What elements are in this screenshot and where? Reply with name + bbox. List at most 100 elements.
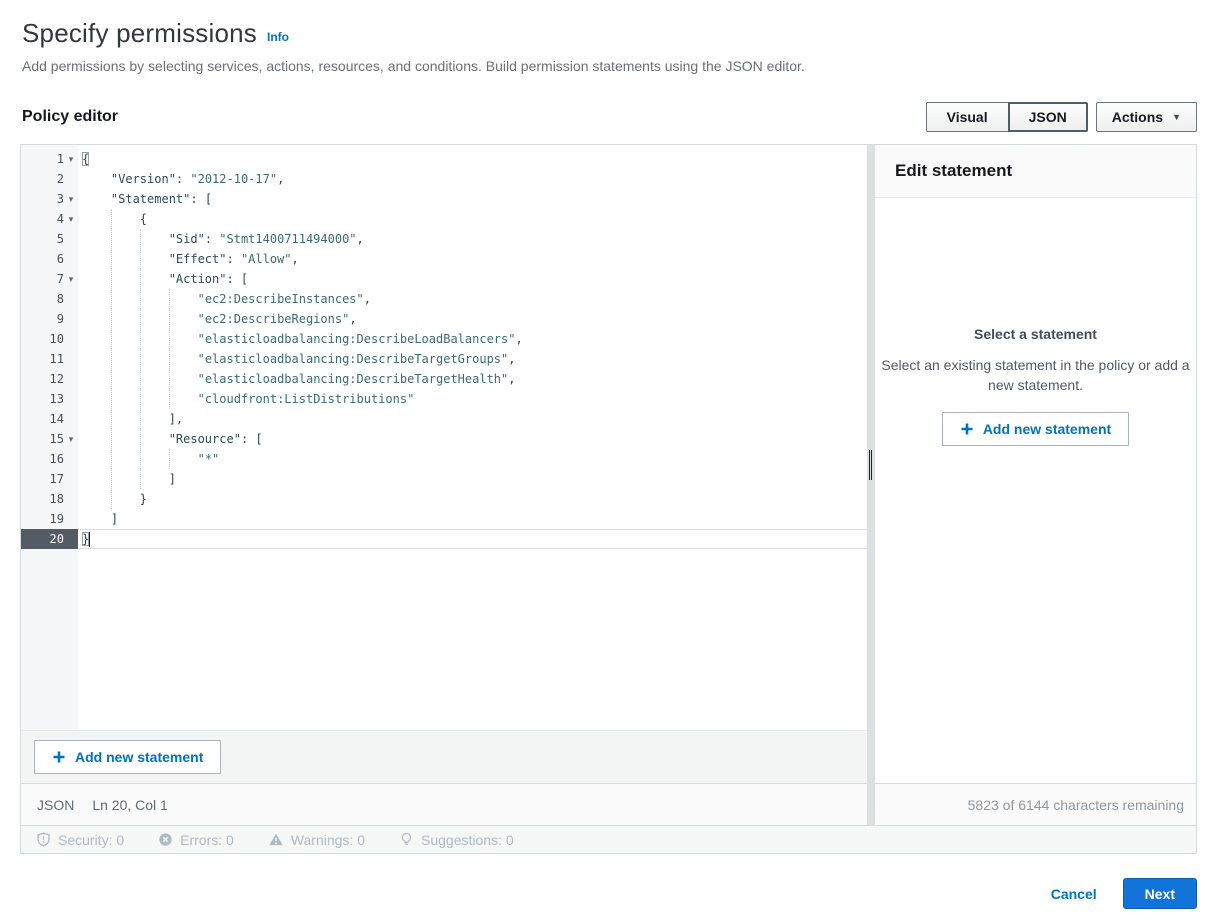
chevron-down-icon: ▼ bbox=[1172, 113, 1181, 122]
editor-line[interactable]: 1▾{ bbox=[21, 149, 867, 169]
code-line-content[interactable]: "Action": [ bbox=[78, 269, 867, 289]
editor-line[interactable]: 5"Sid": "Stmt1400711494000", bbox=[21, 229, 867, 249]
editor-status-bar: JSON Ln 20, Col 1 bbox=[21, 783, 867, 825]
editor-line[interactable]: 19] bbox=[21, 509, 867, 529]
errors-count-label: Errors: 0 bbox=[180, 832, 234, 848]
line-number[interactable]: 20 bbox=[21, 529, 78, 549]
validation-bar: Security: 0 Errors: 0 Warnings: 0 Sugges… bbox=[21, 825, 1196, 853]
line-number[interactable]: 14 bbox=[21, 409, 78, 429]
add-new-statement-label: Add new statement bbox=[983, 421, 1111, 437]
code-line-content[interactable]: } bbox=[78, 529, 867, 549]
fold-toggle-icon[interactable]: ▾ bbox=[64, 209, 78, 229]
editor-line[interactable]: 20} bbox=[21, 529, 867, 549]
code-line-content[interactable]: "Version": "2012-10-17", bbox=[78, 169, 867, 189]
editor-line[interactable]: 18} bbox=[21, 489, 867, 509]
line-number[interactable]: 8 bbox=[21, 289, 78, 309]
code-line-content[interactable]: ], bbox=[78, 409, 867, 429]
editor-line[interactable]: 7▾"Action": [ bbox=[21, 269, 867, 289]
plus-icon bbox=[960, 422, 974, 436]
actions-label: Actions bbox=[1112, 109, 1163, 125]
info-link[interactable]: Info bbox=[267, 30, 289, 44]
line-number[interactable]: 19 bbox=[21, 509, 78, 529]
line-number[interactable]: 1▾ bbox=[21, 149, 78, 169]
code-line-content[interactable]: { bbox=[78, 209, 867, 229]
code-line-content[interactable]: ] bbox=[78, 469, 867, 489]
line-number[interactable]: 12 bbox=[21, 369, 78, 389]
wizard-footer: Cancel Next bbox=[0, 854, 1205, 909]
edit-statement-heading: Edit statement bbox=[875, 145, 1196, 198]
edit-statement-body: Select a statement Select an existing st… bbox=[875, 198, 1196, 783]
editor-line[interactable]: 4▾{ bbox=[21, 209, 867, 229]
editor-line[interactable]: 11"elasticloadbalancing:DescribeTargetGr… bbox=[21, 349, 867, 369]
security-findings-item[interactable]: Security: 0 bbox=[36, 832, 124, 848]
json-code-editor[interactable]: 1▾{2"Version": "2012-10-17",3▾"Statement… bbox=[21, 145, 867, 730]
code-line-content[interactable]: "Resource": [ bbox=[78, 429, 867, 449]
fold-toggle-icon[interactable]: ▾ bbox=[64, 189, 78, 209]
code-line-content[interactable]: "elasticloadbalancing:DescribeLoadBalanc… bbox=[78, 329, 867, 349]
warnings-item[interactable]: Warnings: 0 bbox=[268, 832, 365, 848]
lightbulb-icon bbox=[399, 832, 414, 847]
editor-line[interactable]: 9"ec2:DescribeRegions", bbox=[21, 309, 867, 329]
line-number[interactable]: 18 bbox=[21, 489, 78, 509]
line-number[interactable]: 9 bbox=[21, 309, 78, 329]
edit-statement-panel: Edit statement Select a statement Select… bbox=[875, 145, 1196, 825]
line-number[interactable]: 4▾ bbox=[21, 209, 78, 229]
line-number[interactable]: 6 bbox=[21, 249, 78, 269]
actions-dropdown-button[interactable]: Actions ▼ bbox=[1096, 102, 1197, 132]
error-circle-icon bbox=[158, 832, 173, 847]
code-line-content[interactable]: "elasticloadbalancing:DescribeTargetGrou… bbox=[78, 349, 867, 369]
select-statement-description: Select an existing statement in the poli… bbox=[880, 355, 1192, 395]
editor-line[interactable]: 13"cloudfront:ListDistributions" bbox=[21, 389, 867, 409]
line-number[interactable]: 3▾ bbox=[21, 189, 78, 209]
warning-triangle-icon bbox=[268, 832, 284, 847]
add-new-statement-button[interactable]: Add new statement bbox=[34, 740, 221, 774]
code-line-content[interactable]: "Statement": [ bbox=[78, 189, 867, 209]
add-new-statement-button-panel[interactable]: Add new statement bbox=[942, 412, 1129, 446]
errors-item[interactable]: Errors: 0 bbox=[158, 832, 234, 848]
code-line-content[interactable]: "ec2:DescribeRegions", bbox=[78, 309, 867, 329]
suggestions-item[interactable]: Suggestions: 0 bbox=[399, 832, 514, 848]
cancel-button[interactable]: Cancel bbox=[1051, 886, 1097, 902]
editor-line[interactable]: 16"*" bbox=[21, 449, 867, 469]
line-number[interactable]: 2 bbox=[21, 169, 78, 189]
policy-editor-toolbar: Policy editor Visual JSON Actions ▼ bbox=[0, 74, 1205, 144]
editor-line[interactable]: 14], bbox=[21, 409, 867, 429]
code-line-content[interactable]: } bbox=[78, 489, 867, 509]
code-line-content[interactable]: "Effect": "Allow", bbox=[78, 249, 867, 269]
code-line-content[interactable]: "Sid": "Stmt1400711494000", bbox=[78, 229, 867, 249]
plus-icon bbox=[52, 750, 66, 764]
visual-tab-button[interactable]: Visual bbox=[926, 102, 1009, 132]
editor-line[interactable]: 17] bbox=[21, 469, 867, 489]
editor-line[interactable]: 10"elasticloadbalancing:DescribeLoadBala… bbox=[21, 329, 867, 349]
code-line-content[interactable]: ] bbox=[78, 509, 867, 529]
fold-toggle-icon[interactable]: ▾ bbox=[64, 149, 78, 169]
code-line-content[interactable]: "*" bbox=[78, 449, 867, 469]
editor-line[interactable]: 12"elasticloadbalancing:DescribeTargetHe… bbox=[21, 369, 867, 389]
splitter-grip-icon bbox=[869, 450, 872, 480]
code-line-content[interactable]: { bbox=[78, 149, 867, 169]
panel-resize-splitter[interactable] bbox=[867, 145, 875, 825]
line-number[interactable]: 10 bbox=[21, 329, 78, 349]
line-number[interactable]: 17 bbox=[21, 469, 78, 489]
editor-line[interactable]: 6"Effect": "Allow", bbox=[21, 249, 867, 269]
fold-toggle-icon[interactable]: ▾ bbox=[64, 269, 78, 289]
warnings-count-label: Warnings: 0 bbox=[291, 832, 365, 848]
line-number[interactable]: 5 bbox=[21, 229, 78, 249]
line-number[interactable]: 11 bbox=[21, 349, 78, 369]
code-line-content[interactable]: "cloudfront:ListDistributions" bbox=[78, 389, 867, 409]
editor-line[interactable]: 15▾"Resource": [ bbox=[21, 429, 867, 449]
editor-line[interactable]: 3▾"Statement": [ bbox=[21, 189, 867, 209]
line-number[interactable]: 15▾ bbox=[21, 429, 78, 449]
line-number[interactable]: 16 bbox=[21, 449, 78, 469]
line-number[interactable]: 7▾ bbox=[21, 269, 78, 289]
select-statement-title: Select a statement bbox=[875, 326, 1196, 342]
code-line-content[interactable]: "ec2:DescribeInstances", bbox=[78, 289, 867, 309]
fold-toggle-icon[interactable]: ▾ bbox=[64, 429, 78, 449]
json-tab-button[interactable]: JSON bbox=[1008, 102, 1088, 132]
next-button[interactable]: Next bbox=[1123, 878, 1197, 909]
code-line-content[interactable]: "elasticloadbalancing:DescribeTargetHeal… bbox=[78, 369, 867, 389]
line-number[interactable]: 13 bbox=[21, 389, 78, 409]
page-title: Specify permissions bbox=[22, 18, 257, 49]
editor-line[interactable]: 2"Version": "2012-10-17", bbox=[21, 169, 867, 189]
editor-line[interactable]: 8"ec2:DescribeInstances", bbox=[21, 289, 867, 309]
